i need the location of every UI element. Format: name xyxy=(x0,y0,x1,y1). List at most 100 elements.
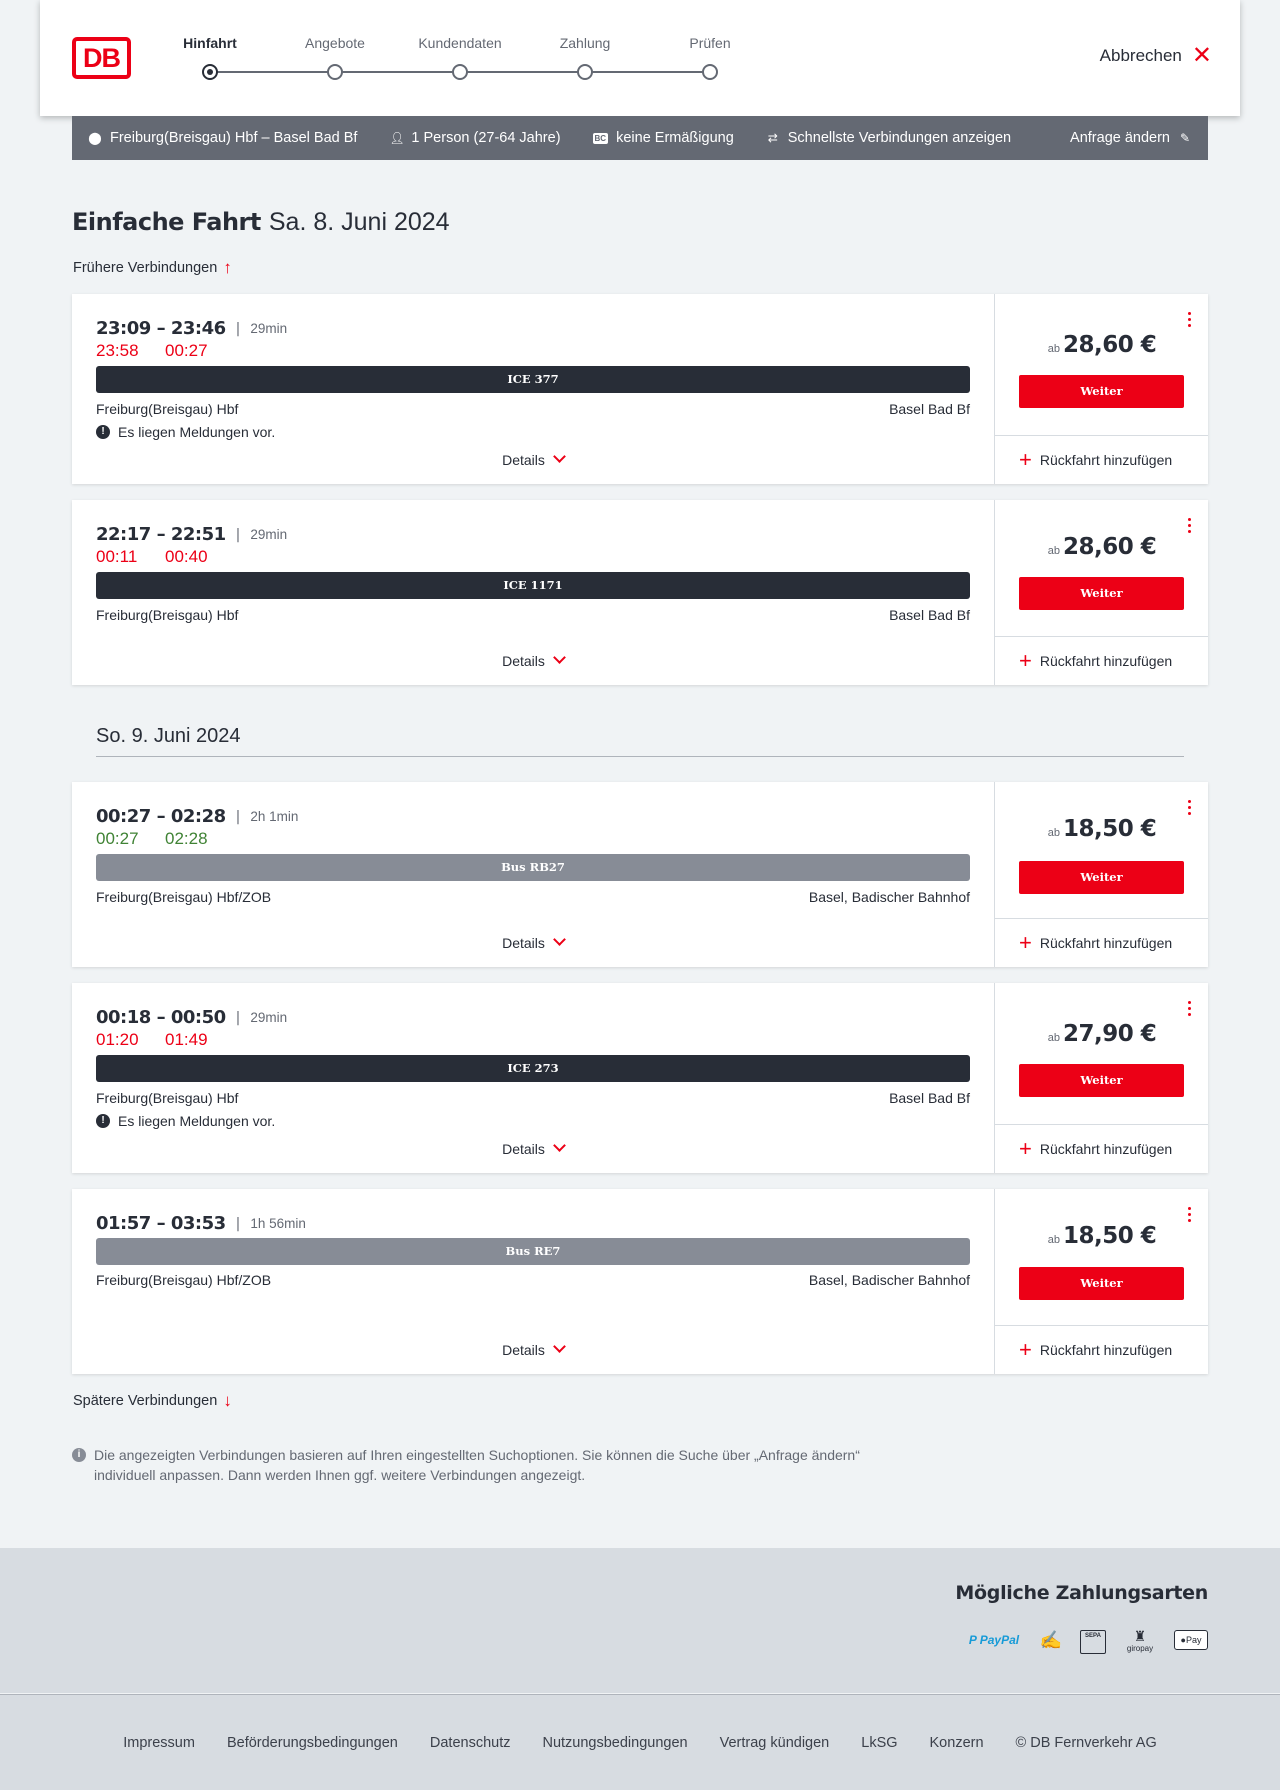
swap-arrows-icon: ⇄ xyxy=(767,131,778,145)
destination-station: Basel Bad Bf xyxy=(889,401,970,417)
edit-request-button[interactable]: Anfrage ändern ✎ xyxy=(1070,130,1192,146)
footer-link-konzern[interactable]: Konzern xyxy=(930,1735,984,1751)
alert-icon: ! xyxy=(96,1114,110,1128)
realtime-departure: 01:20 xyxy=(96,1030,139,1049)
paypal-label: P PayPal xyxy=(968,1633,1020,1647)
connection-info[interactable]: 22:17 – 22:51 | 29min 00:11 00:40 ICE 117… xyxy=(72,500,994,685)
later-connections-link[interactable]: Spätere Verbindungen ↓ xyxy=(73,1391,232,1411)
chevron-down-icon xyxy=(553,1340,566,1353)
details-toggle[interactable]: Details xyxy=(72,1340,994,1358)
connection-info[interactable]: 00:27 – 02:28 | 2h 1min 00:27 02:28 Bus R… xyxy=(72,782,994,967)
details-label: Details xyxy=(502,653,545,669)
offer-panel: ab 28,60 € Weiter + Rückfahrt hinzufügen xyxy=(994,294,1208,484)
edit-request-label: Anfrage ändern xyxy=(1070,130,1170,146)
footer-link-datenschutz[interactable]: Datenschutz xyxy=(430,1735,511,1751)
plus-icon: + xyxy=(1019,930,1032,955)
payment-section: Mögliche Zahlungsarten P PayPal ✍ SEPA ♜… xyxy=(0,1548,1280,1693)
step-dot-pruefen xyxy=(702,64,718,80)
more-options-icon[interactable] xyxy=(1186,312,1192,327)
details-label: Details xyxy=(502,935,545,951)
price: ab 28,60 € xyxy=(995,534,1209,560)
connection-info[interactable]: 23:09 – 23:46 | 29min 23:58 00:27 ICE 377… xyxy=(72,294,994,484)
price-prefix: ab xyxy=(1047,545,1060,557)
arrow-up-icon: ↑ xyxy=(223,258,232,277)
details-toggle[interactable]: Details xyxy=(72,933,994,951)
message-text: Es liegen Meldungen vor. xyxy=(118,1113,276,1129)
bahncard-icon: BC xyxy=(592,132,609,144)
route-text: Freiburg(Breisgau) Hbf – Basel Bad Bf xyxy=(110,130,358,146)
train-bar[interactable]: ICE 1171 xyxy=(96,572,970,599)
giropay-label: giropay xyxy=(1126,1643,1154,1653)
origin-station: Freiburg(Breisgau) Hbf/ZOB xyxy=(96,1272,272,1288)
connection-card: 23:09 – 23:46 | 29min 23:58 00:27 ICE 377… xyxy=(72,294,1208,484)
chevron-down-icon xyxy=(553,933,566,946)
direct-debit-icon: ✍ xyxy=(1039,1629,1063,1650)
more-options-icon[interactable] xyxy=(1186,1207,1192,1222)
plus-icon: + xyxy=(1019,1136,1032,1161)
info-notice: i Die angezeigten Verbindungen basieren … xyxy=(72,1445,872,1485)
connection-info[interactable]: 01:57 – 03:53 | 1h 56min Bus RE7 Freibur… xyxy=(72,1189,994,1374)
chevron-down-icon xyxy=(553,450,566,463)
more-options-icon[interactable] xyxy=(1186,1001,1192,1016)
step-label-hinfahrt: Hinfahrt xyxy=(183,35,237,51)
train-bar[interactable]: Bus RB27 xyxy=(96,854,970,881)
message-notice: ! Es liegen Meldungen vor. xyxy=(96,1113,275,1129)
add-return-button[interactable]: + Rückfahrt hinzufügen xyxy=(995,1325,1208,1374)
page-title: Einfache Fahrt Sa. 8. Juni 2024 xyxy=(72,208,450,237)
origin-station: Freiburg(Breisgau) Hbf xyxy=(96,401,239,417)
close-icon: ✕ xyxy=(1191,42,1212,69)
persons-summary: 👤︎ 1 Person (27-64 Jahre) xyxy=(389,130,560,146)
continue-button[interactable]: Weiter xyxy=(1019,1267,1184,1300)
continue-button[interactable]: Weiter xyxy=(1019,577,1184,610)
add-return-button[interactable]: + Rückfahrt hinzufügen xyxy=(995,435,1208,484)
earlier-connections-link[interactable]: Frühere Verbindungen ↑ xyxy=(73,258,232,278)
add-return-button[interactable]: + Rückfahrt hinzufügen xyxy=(995,636,1208,685)
arrow-down-icon: ↓ xyxy=(223,1391,232,1410)
train-bar[interactable]: Bus RE7 xyxy=(96,1238,970,1265)
alert-icon: ! xyxy=(96,425,110,439)
offer-panel: ab 28,60 € Weiter + Rückfahrt hinzufügen xyxy=(994,500,1208,685)
planned-times: 22:17 – 22:51 xyxy=(96,524,226,545)
add-return-button[interactable]: + Rückfahrt hinzufügen xyxy=(995,1124,1208,1173)
step-label-kundendaten: Kundendaten xyxy=(418,35,502,51)
footer-link-vertrag-kuendigen[interactable]: Vertrag kündigen xyxy=(720,1735,830,1751)
details-toggle[interactable]: Details xyxy=(72,651,994,669)
price-prefix: ab xyxy=(1047,343,1060,355)
details-toggle[interactable]: Details xyxy=(72,1139,994,1157)
cancel-button[interactable]: Abbrechen ✕ xyxy=(1100,42,1212,69)
person-icon: 👤︎ xyxy=(389,131,405,145)
continue-button[interactable]: Weiter xyxy=(1019,1064,1184,1097)
price-value: 27,90 € xyxy=(1062,1021,1157,1047)
day-divider: So. 9. Juni 2024 xyxy=(96,725,1184,757)
add-return-label: Rückfahrt hinzufügen xyxy=(1039,1342,1173,1358)
footer-link-nutzungsbedingungen[interactable]: Nutzungsbedingungen xyxy=(542,1735,687,1751)
connection-card: 00:27 – 02:28 | 2h 1min 00:27 02:28 Bus R… xyxy=(72,782,1208,967)
realtime-arrival: 02:28 xyxy=(165,829,208,848)
details-toggle[interactable]: Details xyxy=(72,450,994,468)
footer-link-befoerderungsbedingungen[interactable]: Beförderungsbedingungen xyxy=(227,1735,398,1751)
origin-station: Freiburg(Breisgau) Hbf xyxy=(96,607,239,623)
more-options-icon[interactable] xyxy=(1186,800,1192,815)
apple-pay-label: Pay xyxy=(1185,1635,1202,1645)
realtime-times: 00:11 00:40 xyxy=(96,547,234,567)
footer-link-lksg[interactable]: LkSG xyxy=(861,1735,897,1751)
connection-info[interactable]: 00:18 – 00:50 | 29min 01:20 01:49 ICE 273… xyxy=(72,983,994,1173)
continue-button[interactable]: Weiter xyxy=(1019,861,1184,894)
price-value: 28,60 € xyxy=(1062,534,1157,560)
continue-button[interactable]: Weiter xyxy=(1019,375,1184,408)
more-options-icon[interactable] xyxy=(1186,518,1192,533)
add-return-button[interactable]: + Rückfahrt hinzufügen xyxy=(995,918,1208,967)
price: ab 18,50 € xyxy=(995,1223,1209,1249)
origin-station: Freiburg(Breisgau) Hbf/ZOB xyxy=(96,889,272,905)
offer-panel: ab 27,90 € Weiter + Rückfahrt hinzufügen xyxy=(994,983,1208,1173)
train-bar[interactable]: ICE 377 xyxy=(96,366,970,393)
realtime-times: 00:27 02:28 xyxy=(96,829,234,849)
db-logo[interactable]: DB xyxy=(72,37,131,79)
location-pin-icon: ⬤ xyxy=(88,131,102,145)
duration: 29min xyxy=(250,1010,288,1025)
duration: 2h 1min xyxy=(250,809,299,824)
footer-link-impressum[interactable]: Impressum xyxy=(123,1735,195,1751)
train-bar[interactable]: ICE 273 xyxy=(96,1055,970,1082)
page-title-date: Sa. 8. Juni 2024 xyxy=(268,208,450,236)
planned-times: 23:09 – 23:46 xyxy=(96,318,226,339)
